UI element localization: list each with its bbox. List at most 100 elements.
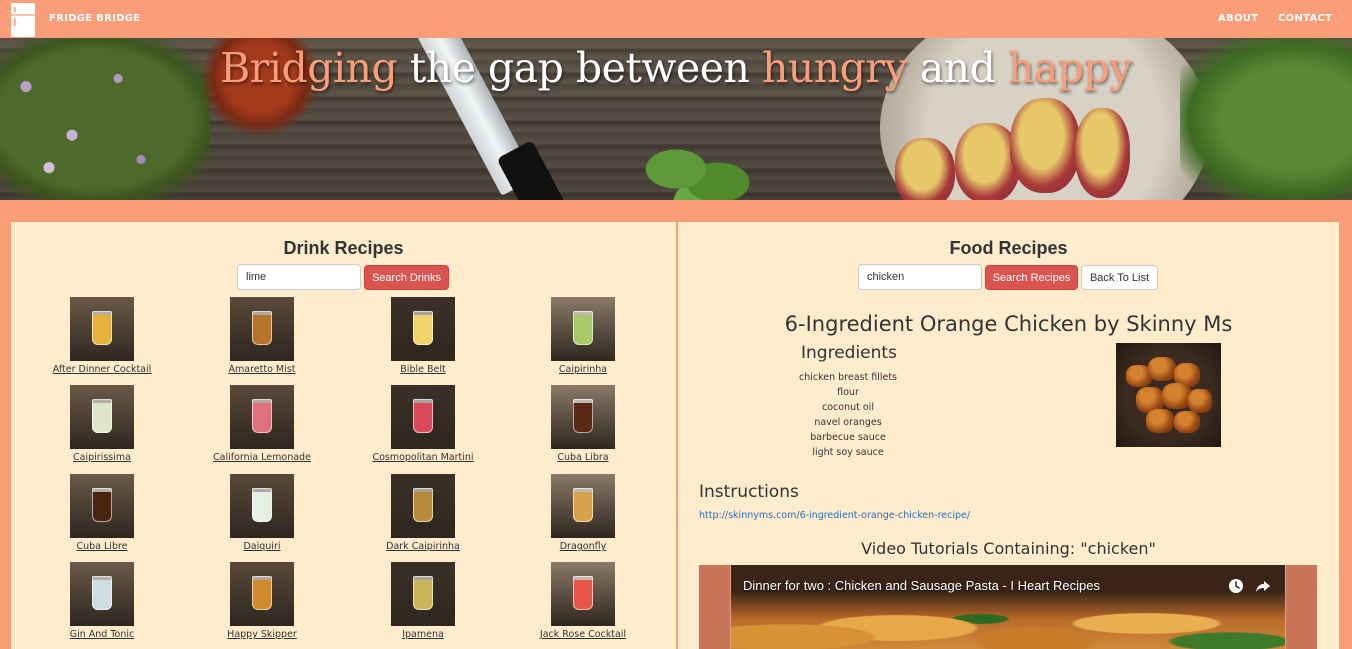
drink-glass	[413, 488, 433, 522]
drink-name-link[interactable]: Cosmopolitan Martini	[343, 452, 503, 463]
back-to-list-button[interactable]: Back To List	[1081, 265, 1158, 290]
ingredients-list: chicken breast fillets flour coconut oil na…	[778, 370, 918, 460]
hero-basil	[640, 133, 760, 200]
clock-icon[interactable]	[1228, 578, 1244, 594]
drink-item[interactable]: Amaretto Mist	[182, 297, 342, 375]
drink-glass	[92, 488, 112, 522]
video-title[interactable]: Dinner for two : Chicken and Sausage Pas…	[743, 578, 1100, 593]
drink-item[interactable]: Jack Rose Cocktail	[503, 562, 663, 640]
recipe-image	[1116, 343, 1221, 447]
drink-thumbnail[interactable]	[70, 297, 134, 361]
drink-item[interactable]: After Dinner Cocktail	[22, 297, 182, 375]
drink-glass	[573, 311, 593, 345]
drink-thumbnail[interactable]	[391, 474, 455, 538]
tagline-word: hungry	[761, 44, 908, 92]
drink-name-link[interactable]: Gin And Tonic	[22, 629, 182, 640]
drink-item[interactable]: Happy Skipper	[182, 562, 342, 640]
drink-glass	[92, 576, 112, 610]
food-recipes-panel: Food Recipes Search Recipes Back To List…	[678, 222, 1339, 649]
recipe-title: 6-Ingredient Orange Chicken by Skinny Ms	[784, 312, 1233, 336]
ingredient-item: flour	[837, 387, 859, 398]
drink-thumbnail[interactable]	[70, 474, 134, 538]
search-recipes-button[interactable]: Search Recipes	[985, 265, 1078, 290]
drink-name-link[interactable]: Dark Caipirinha	[343, 541, 503, 552]
drink-item[interactable]: Daiquiri	[182, 474, 342, 552]
drink-item[interactable]: Ipamena	[343, 562, 503, 640]
tagline-word: happy	[1007, 44, 1133, 92]
share-icon[interactable]	[1255, 578, 1271, 594]
drink-thumbnail[interactable]	[230, 562, 294, 626]
drink-item[interactable]: Cosmopolitan Martini	[343, 385, 503, 463]
drink-name-link[interactable]: Dragonfly	[503, 541, 663, 552]
tagline-word: and	[907, 44, 1008, 92]
chicken-piece	[1148, 357, 1176, 381]
drink-name-link[interactable]: Jack Rose Cocktail	[503, 629, 663, 640]
drink-name-link[interactable]: Ipamena	[343, 629, 503, 640]
navbar: FRIDGE BRIDGE ABOUT CONTACT	[0, 0, 1352, 38]
drink-thumbnail[interactable]	[551, 385, 615, 449]
drink-name-link[interactable]: Bible Belt	[343, 364, 503, 375]
drink-name-link[interactable]: California Lemonade	[182, 452, 342, 463]
drink-glass	[252, 399, 272, 433]
drink-thumbnail[interactable]	[230, 474, 294, 538]
drink-name-link[interactable]: Happy Skipper	[182, 629, 342, 640]
chicken-piece	[1146, 409, 1174, 433]
drink-name-link[interactable]: Amaretto Mist	[182, 364, 342, 375]
chicken-piece	[1174, 411, 1200, 433]
drink-item[interactable]: Cuba Libra	[503, 385, 663, 463]
brand-name[interactable]: FRIDGE BRIDGE	[49, 13, 140, 24]
drink-item[interactable]: Dark Caipirinha	[343, 474, 503, 552]
hero-tagline: Bridging the gap between hungry and happ…	[0, 44, 1352, 92]
drink-name-link[interactable]: Caipirissima	[22, 452, 182, 463]
drink-item[interactable]: Cuba Libre	[22, 474, 182, 552]
drink-thumbnail[interactable]	[391, 297, 455, 361]
drink-thumbnail[interactable]	[551, 474, 615, 538]
drink-item[interactable]: Caipirinha	[503, 297, 663, 375]
drink-glass	[252, 311, 272, 345]
drink-thumbnail[interactable]	[391, 562, 455, 626]
drink-item[interactable]: California Lemonade	[182, 385, 342, 463]
nav-contact-link[interactable]: CONTACT	[1278, 13, 1332, 24]
drink-thumbnail[interactable]	[230, 385, 294, 449]
ingredient-item: chicken breast fillets	[798, 372, 898, 383]
drink-thumbnail[interactable]	[551, 562, 615, 626]
drink-name-link[interactable]: Daiquiri	[182, 541, 342, 552]
drink-glass	[252, 576, 272, 610]
video-player[interactable]: Dinner for two : Chicken and Sausage Pas…	[699, 565, 1317, 649]
drink-name-link[interactable]: Cuba Libre	[22, 541, 182, 552]
video-thumbnail[interactable]: Dinner for two : Chicken and Sausage Pas…	[731, 565, 1285, 649]
ingredient-item: barbecue sauce	[810, 432, 886, 443]
hero-potato	[895, 138, 955, 200]
instructions-heading: Instructions	[699, 482, 799, 502]
search-drinks-button[interactable]: Search Drinks	[364, 265, 449, 290]
drink-thumbnail[interactable]	[70, 385, 134, 449]
video-tutorials-heading: Video Tutorials Containing: "chicken"	[861, 539, 1156, 558]
drink-name-link[interactable]: Caipirinha	[503, 364, 663, 375]
drink-item[interactable]: Gin And Tonic	[22, 562, 182, 640]
chicken-piece	[1188, 389, 1212, 413]
drink-item[interactable]: Dragonfly	[503, 474, 663, 552]
tagline-word: the gap between	[397, 44, 762, 92]
ingredients-heading: Ingredients	[801, 343, 897, 363]
drink-thumbnail[interactable]	[391, 385, 455, 449]
food-search-input[interactable]	[858, 264, 982, 290]
drink-name-link[interactable]: Cuba Libra	[503, 452, 663, 463]
ingredient-item: light soy sauce	[812, 447, 884, 458]
drink-recipes-panel: Drink Recipes Search Drinks After Dinner…	[11, 222, 676, 649]
drink-thumbnail[interactable]	[70, 562, 134, 626]
drink-thumbnail[interactable]	[230, 297, 294, 361]
drink-name-link[interactable]: After Dinner Cocktail	[22, 364, 182, 375]
ingredient-item: coconut oil	[822, 402, 874, 413]
drink-glass	[573, 399, 593, 433]
drink-thumbnail[interactable]	[551, 297, 615, 361]
drink-search-input[interactable]	[237, 264, 361, 290]
drink-item[interactable]: Caipirissima	[22, 385, 182, 463]
drink-glass	[92, 399, 112, 433]
fridge-icon[interactable]	[10, 2, 36, 38]
drink-glass	[92, 311, 112, 345]
food-recipes-title: Food Recipes	[949, 238, 1068, 258]
drink-item[interactable]: Bible Belt	[343, 297, 503, 375]
instructions-link[interactable]: http://skinnyms.com/6-ingredient-orange-…	[699, 510, 970, 521]
nav-about-link[interactable]: ABOUT	[1218, 13, 1258, 24]
hero-potato	[1075, 108, 1130, 198]
